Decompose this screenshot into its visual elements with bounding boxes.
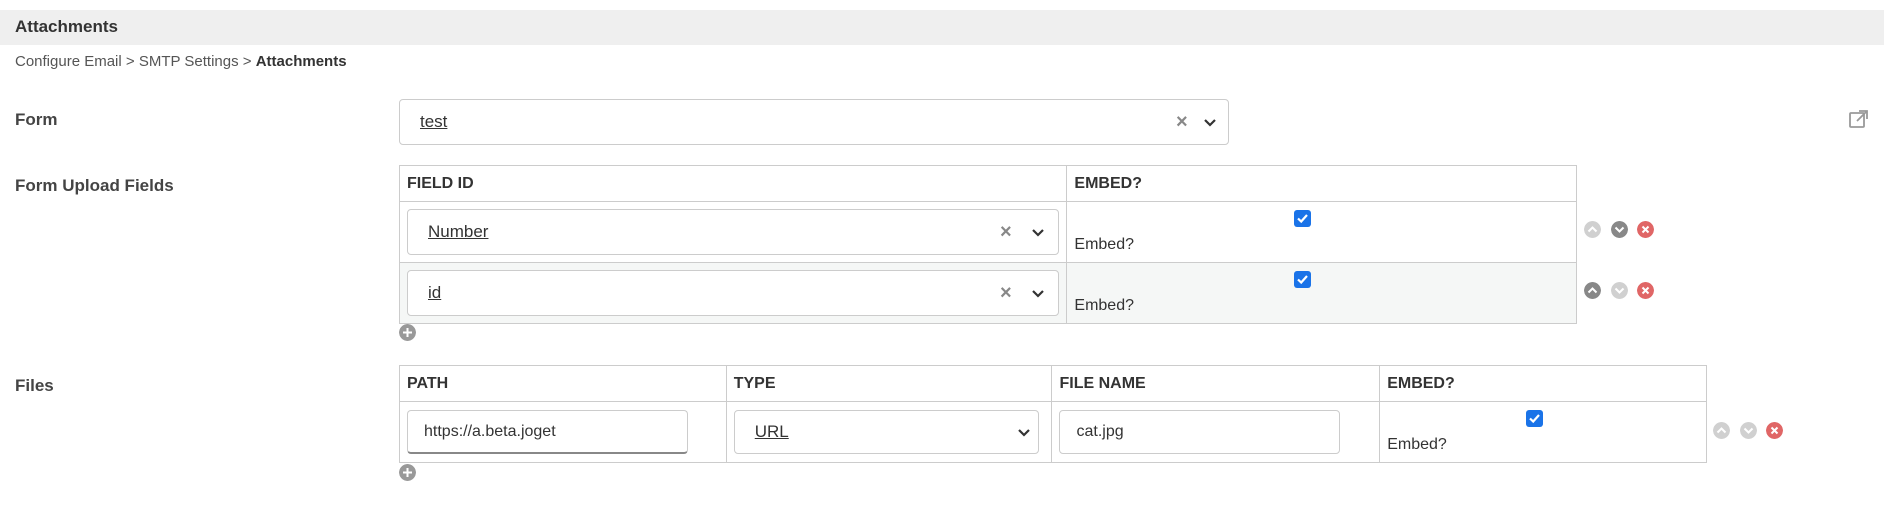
breadcrumb-separator: >: [121, 53, 139, 70]
path-input[interactable]: https://a.beta.joget: [407, 410, 688, 454]
clear-icon[interactable]: ×: [1000, 283, 1012, 303]
file-name-cell: cat.jpg: [1051, 401, 1381, 463]
breadcrumb-item-smtp-settings[interactable]: SMTP Settings: [139, 53, 239, 70]
files-label: Files: [15, 376, 54, 395]
page-title: Attachments: [15, 17, 118, 36]
chevron-down-icon: [1032, 290, 1044, 298]
embed-checkbox[interactable]: [1526, 410, 1544, 427]
chevron-down-icon: [1204, 119, 1216, 127]
file-name-input[interactable]: cat.jpg: [1059, 410, 1341, 454]
delete-icon[interactable]: [1766, 422, 1783, 439]
embed-cell: Embed?: [1066, 262, 1577, 324]
column-header-embed: EMBED?: [1066, 165, 1577, 202]
add-row-icon[interactable]: [399, 464, 416, 481]
embed-label: Embed?: [1074, 297, 1134, 314]
form-label: Form: [15, 110, 58, 129]
page-header: Attachments: [0, 10, 1884, 45]
move-up-icon[interactable]: [1713, 422, 1730, 439]
move-down-icon[interactable]: [1611, 282, 1628, 299]
embed-label: Embed?: [1074, 236, 1134, 253]
delete-icon[interactable]: [1637, 221, 1654, 238]
delete-icon[interactable]: [1637, 282, 1654, 299]
field-id-select-value: id: [428, 283, 442, 302]
column-header-path: PATH: [399, 365, 727, 402]
form-select[interactable]: test ×: [399, 99, 1229, 145]
move-down-icon[interactable]: [1611, 221, 1628, 238]
field-id-select[interactable]: Number ×: [407, 209, 1059, 255]
move-up-icon[interactable]: [1584, 221, 1601, 238]
column-header-embed: EMBED?: [1379, 365, 1707, 402]
embed-checkbox[interactable]: [1294, 210, 1312, 227]
move-down-icon[interactable]: [1740, 422, 1757, 439]
column-header-file-name: FILE NAME: [1051, 365, 1381, 402]
type-select-value: URL: [754, 422, 789, 441]
field-id-cell: Number ×: [398, 201, 1068, 263]
form-select-value: test: [420, 112, 448, 131]
upload-fields-label: Form Upload Fields: [15, 176, 174, 195]
field-id-cell: id ×: [398, 262, 1068, 324]
clear-icon[interactable]: ×: [1000, 222, 1012, 242]
breadcrumb: Configure Email > SMTP Settings > Attach…: [15, 53, 347, 70]
type-select[interactable]: URL: [733, 410, 1039, 454]
field-id-select[interactable]: id ×: [407, 270, 1059, 316]
type-cell: URL: [725, 401, 1053, 463]
upload-fields-table: FIELD ID EMBED? Number × Embed? id × Emb…: [398, 165, 1577, 324]
embed-cell: Embed?: [1066, 201, 1577, 263]
external-link-icon[interactable]: [1848, 108, 1870, 130]
chevron-down-icon: [1017, 429, 1030, 437]
path-cell: https://a.beta.joget: [399, 401, 727, 463]
add-row-icon[interactable]: [399, 324, 416, 341]
embed-cell: Embed?: [1379, 401, 1707, 463]
table-row: https://a.beta.joget URL cat.jpg Embed?: [399, 401, 1707, 463]
embed-checkbox[interactable]: [1294, 271, 1312, 288]
field-id-select-value: Number: [428, 222, 489, 241]
table-header-row: PATH TYPE FILE NAME EMBED?: [399, 365, 1707, 402]
table-row: id × Embed?: [398, 262, 1577, 324]
chevron-down-icon: [1032, 229, 1044, 237]
table-row: Number × Embed?: [398, 201, 1577, 263]
move-up-icon[interactable]: [1584, 282, 1601, 299]
files-table: PATH TYPE FILE NAME EMBED? https://a.bet…: [399, 365, 1707, 463]
table-header-row: FIELD ID EMBED?: [398, 165, 1577, 202]
column-header-type: TYPE: [725, 365, 1053, 402]
breadcrumb-separator: >: [238, 53, 256, 70]
clear-icon[interactable]: ×: [1176, 112, 1188, 132]
breadcrumb-current: Attachments: [255, 53, 347, 70]
breadcrumb-item-configure-email[interactable]: Configure Email: [15, 53, 122, 70]
embed-label: Embed?: [1387, 436, 1447, 453]
column-header-field-id: FIELD ID: [398, 165, 1068, 202]
